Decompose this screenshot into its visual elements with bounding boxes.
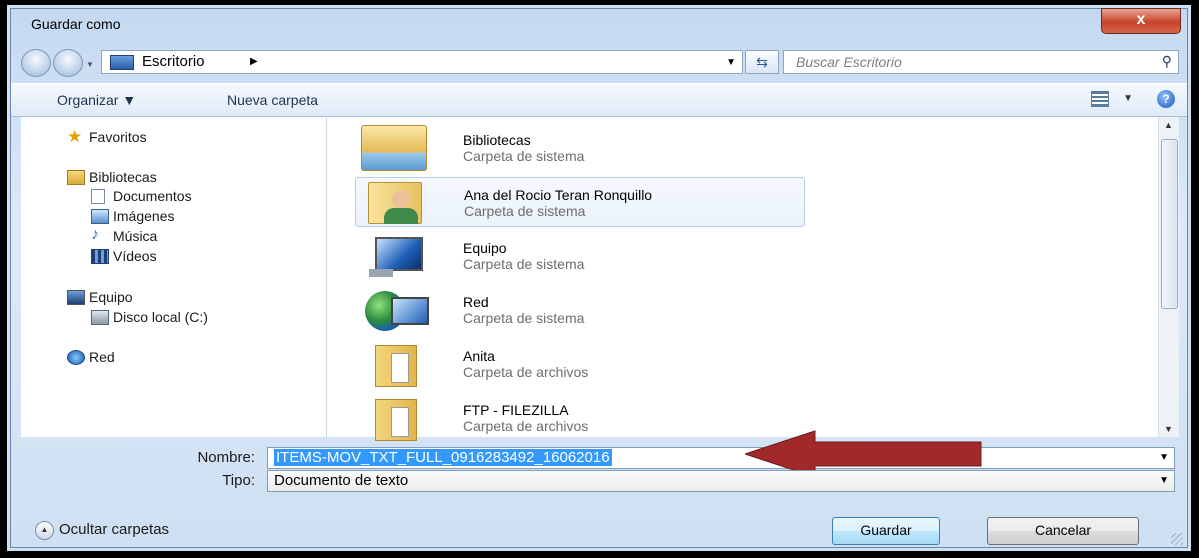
address-dropdown-icon[interactable]: ▼ [726,57,736,68]
library-icon [67,170,85,185]
history-dropdown-icon[interactable]: ▼ [86,60,94,69]
screenshot-frame: Guardar como x ▼ Escritorio ▶ ▼ ⇆ Buscar… [4,2,1194,554]
organize-menu[interactable]: Organizar ▼ [57,92,136,108]
list-item[interactable]: Equipo Carpeta de sistema [355,231,803,279]
pictures-icon [91,209,109,224]
collapse-icon[interactable]: ▲ [35,521,54,540]
forward-button[interactable] [53,49,83,77]
view-options-icon[interactable] [1091,91,1109,107]
filetype-dropdown-icon[interactable]: ▼ [1159,475,1169,486]
hide-folders-toggle[interactable]: ▲ Ocultar carpetas [35,521,169,540]
computer-icon [361,233,425,277]
list-item[interactable]: FTP - FILEZILLA Carpeta de archivos [355,393,803,441]
address-location[interactable]: Escritorio [142,53,205,70]
nav-music[interactable]: ♪ Música [91,226,157,244]
nav-computer[interactable]: Equipo [67,289,133,305]
video-icon [91,249,109,264]
filename-value[interactable]: ITEMS-MOV_TXT_FULL_0916283492_16062016 [274,449,612,466]
nav-videos[interactable]: Vídeos [91,248,157,264]
filetype-value[interactable]: Documento de texto [274,472,408,489]
nav-pictures[interactable]: Imágenes [91,208,174,224]
window-title: Guardar como [31,16,121,32]
scroll-thumb[interactable] [1161,139,1178,309]
scroll-up-icon[interactable]: ▲ [1164,120,1173,130]
view-dropdown-icon[interactable]: ▼ [1123,93,1133,104]
title-bar: Guardar como x [11,8,1187,39]
network-icon [361,287,429,331]
filename-input[interactable]: ITEMS-MOV_TXT_FULL_0916283492_16062016 ▼ [267,447,1175,469]
search-placeholder[interactable]: Buscar Escritorio [796,54,902,70]
user-folder-icon [362,180,426,224]
list-item-selected[interactable]: Ana del Rocio Teran Ronquillo Carpeta de… [355,177,805,227]
save-as-dialog: Guardar como x ▼ Escritorio ▶ ▼ ⇆ Buscar… [10,8,1188,548]
star-icon: ★ [67,127,83,146]
list-item[interactable]: Anita Carpeta de archivos [355,339,803,387]
vertical-scrollbar[interactable]: ▲ ▼ [1158,117,1179,437]
back-button[interactable] [21,49,51,77]
drive-icon [91,310,109,325]
computer-icon [67,290,85,305]
list-item[interactable]: Bibliotecas Carpeta de sistema [355,123,803,171]
resize-grip[interactable] [1171,533,1183,545]
scroll-down-icon[interactable]: ▼ [1164,424,1173,434]
cancel-button[interactable]: Cancelar [987,517,1139,545]
navigation-pane: ★ Favoritos Bibliotecas Documentos Imáge… [21,117,327,437]
help-icon[interactable]: ? [1157,90,1175,108]
libraries-icon [361,125,427,171]
search-icon[interactable]: ⚲ [1162,53,1172,70]
breadcrumb-arrow-icon[interactable]: ▶ [250,56,258,67]
save-button[interactable]: Guardar [832,517,940,545]
filename-dropdown-icon[interactable]: ▼ [1159,452,1169,463]
nav-network[interactable]: Red [67,349,115,365]
network-icon [67,350,85,365]
new-folder-button[interactable]: Nueva carpeta [227,92,318,108]
desktop-icon [110,55,134,70]
nav-favorites[interactable]: ★ Favoritos [67,127,147,146]
nav-local-disk[interactable]: Disco local (C:) [91,309,208,325]
filetype-label: Tipo: [222,472,255,489]
navigation-bar: ▼ Escritorio ▶ ▼ ⇆ Buscar Escritorio ⚲ [21,47,1179,77]
close-button[interactable]: x [1101,8,1181,34]
folder-icon [361,341,425,387]
refresh-button[interactable]: ⇆ [745,50,779,74]
nav-libraries[interactable]: Bibliotecas [67,169,157,185]
music-icon: ♪ [91,226,99,243]
search-field[interactable]: Buscar Escritorio ⚲ [783,50,1179,74]
filename-label: Nombre: [197,449,255,466]
filetype-select[interactable]: Documento de texto ▼ [267,470,1175,492]
address-bar[interactable]: Escritorio ▶ ▼ [101,50,743,74]
command-toolbar: Organizar ▼ Nueva carpeta ▼ ? [11,83,1187,117]
nav-documents[interactable]: Documentos [91,188,192,204]
file-list: Bibliotecas Carpeta de sistema Ana del R… [327,117,1159,441]
document-icon [91,189,105,204]
list-item[interactable]: Red Carpeta de sistema [355,285,803,333]
folder-icon [361,395,425,441]
